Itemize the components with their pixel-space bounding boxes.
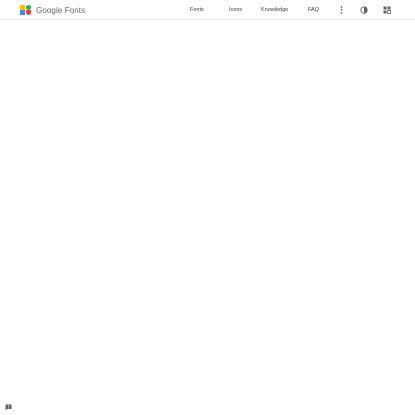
theme-toggle-icon — [360, 6, 368, 14]
brand-name: Google Fonts — [36, 5, 86, 15]
nav-faq[interactable]: FAQ — [308, 4, 319, 16]
font-selection-button[interactable] — [382, 5, 392, 15]
google-fonts-logo-icon — [20, 5, 32, 15]
top-app-bar: Google Fonts Fonts Icons Knowledge FAQ — [0, 0, 415, 20]
nav-knowledge[interactable]: Knowledge — [261, 4, 288, 16]
theme-toggle-button[interactable] — [359, 5, 369, 15]
feedback-icon — [5, 404, 12, 411]
more-button[interactable] — [336, 5, 346, 15]
main-content — [0, 20, 415, 415]
brand-link[interactable]: Google Fonts — [20, 4, 85, 16]
page: Google Fonts Fonts Icons Knowledge FAQ — [0, 0, 415, 415]
font-selection-icon — [383, 6, 391, 14]
feedback-button[interactable] — [4, 403, 13, 412]
more-vert-icon — [340, 6, 342, 14]
nav-icons[interactable]: Icons — [229, 4, 242, 16]
nav-fonts[interactable]: Fonts — [190, 4, 204, 16]
